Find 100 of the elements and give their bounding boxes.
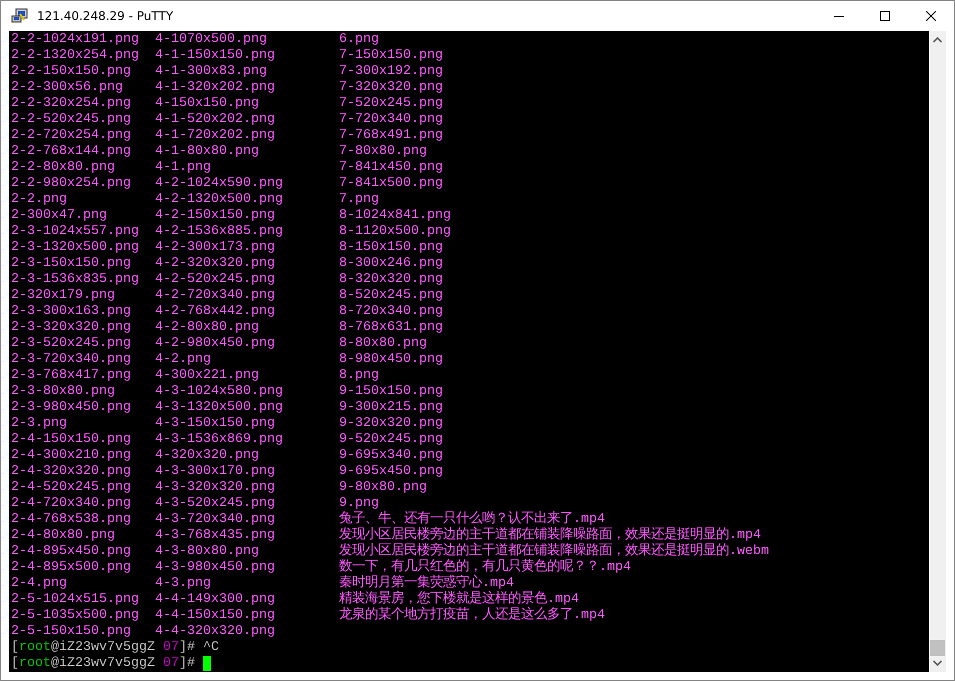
file-name: 2-2-980x254.png <box>11 176 132 192</box>
file-name: 4-2-720x340.png <box>155 288 276 304</box>
file-name: 7-320x320.png <box>339 80 444 96</box>
file-name: 8-980x450.png <box>339 352 444 368</box>
file-name: 4-1-520x202.png <box>155 112 276 128</box>
file-name: 8-1024x841.png <box>339 208 452 224</box>
file-name: 2-3-80x80.png <box>11 384 116 400</box>
file-name: 6.png <box>339 32 380 48</box>
file-name: 7-768x491.png <box>339 128 444 144</box>
file-name: 4-150x150.png <box>155 96 260 112</box>
file-name: 2-4-150x150.png <box>11 432 132 448</box>
file-name: 2-4-895x450.png <box>11 544 132 560</box>
file-name: 4-1-150x150.png <box>155 48 276 64</box>
file-name: 2-3-320x320.png <box>11 320 132 336</box>
file-name: 4-4-149x300.png <box>155 592 276 608</box>
file-name: 4-2-320x320.png <box>155 256 276 272</box>
file-name: 8-300x246.png <box>339 256 444 272</box>
file-name: 4-1-300x83.png <box>155 64 268 80</box>
file-name: 7-150x150.png <box>339 48 444 64</box>
file-name: 7-841x500.png <box>339 176 444 192</box>
file-name: 2-4-80x80.png <box>11 528 116 544</box>
file-name: 8-768x631.png <box>339 320 444 336</box>
window-title: 121.40.248.29 - PuTTY <box>37 9 174 23</box>
file-name: 9-695x340.png <box>339 448 444 464</box>
file-name: 4-3-1320x500.png <box>155 400 284 416</box>
file-name: 4-3-720x340.png <box>155 512 276 528</box>
file-name: 4-4-150x150.png <box>155 608 276 624</box>
file-name: 7-720x340.png <box>339 112 444 128</box>
file-name: 4-320x320.png <box>155 448 260 464</box>
file-name: 9-520x245.png <box>339 432 444 448</box>
file-name: 8-1120x500.png <box>339 224 452 240</box>
file-name: 2-2-320x254.png <box>11 96 132 112</box>
file-name: 7-520x245.png <box>339 96 444 112</box>
file-name: 4-3-1536x869.png <box>155 432 284 448</box>
file-name: 4-1-80x80.png <box>155 144 260 160</box>
file-name: 4-2-80x80.png <box>155 320 260 336</box>
file-name: 8-320x320.png <box>339 272 444 288</box>
scrollbar[interactable] <box>929 31 946 672</box>
file-name: 发现小区居民楼旁边的主干道都在铺装降噪路面，效果还是挺明显的.webm <box>339 544 770 559</box>
file-name: 2-4.png <box>11 576 68 592</box>
file-name: 2-2.png <box>11 192 68 208</box>
file-name: 2-2-150x150.png <box>11 64 132 80</box>
file-name: 2-3-1024x557.png <box>11 224 140 240</box>
file-name: 9.png <box>339 496 379 511</box>
file-name: 8-720x340.png <box>339 304 444 320</box>
file-name: 4-3-80x80.png <box>155 544 260 560</box>
file-name: 4-1-320x202.png <box>155 80 276 96</box>
file-name: 9-300x215.png <box>339 400 444 416</box>
prompt-line: [root@iZ23wv7v5ggZ 07]# ^C <box>11 640 219 656</box>
file-name: 4-3-980x450.png <box>155 560 276 576</box>
file-name: 4-3-300x170.png <box>155 464 276 480</box>
file-name: 4-3-1024x580.png <box>155 384 284 400</box>
file-name: 2-2-300x56.png <box>11 80 124 96</box>
file-name: 2-2-720x254.png <box>11 128 132 144</box>
file-name: 秦时明月第一集荧惑守心.mp4 <box>339 576 515 591</box>
file-name: 4-2-300x173.png <box>155 240 276 256</box>
file-name: 4-2-1320x500.png <box>155 192 284 208</box>
file-name: 4-2.png <box>155 352 212 368</box>
file-name: 9-80x80.png <box>339 480 428 496</box>
file-name: 2-5-150x150.png <box>11 624 132 640</box>
file-name: 2-4-895x500.png <box>11 560 132 576</box>
file-name: 2-2-768x144.png <box>11 144 132 160</box>
computer-icon <box>11 8 29 24</box>
file-name: 2-3-150x150.png <box>11 256 132 272</box>
maximize-icon <box>880 11 890 21</box>
file-name: 7-80x80.png <box>339 144 428 160</box>
prompt-line: [root@iZ23wv7v5ggZ 07]# <box>11 656 196 672</box>
file-name: 8-150x150.png <box>339 240 444 256</box>
close-icon <box>926 11 936 21</box>
file-name: 2-320x179.png <box>11 288 116 304</box>
file-name: 4-3-150x150.png <box>155 416 276 432</box>
file-name: 4-2-520x245.png <box>155 272 276 288</box>
file-name: 2-2-1320x254.png <box>11 48 140 64</box>
file-name: 2-3-520x245.png <box>11 336 132 352</box>
scrollbar-thumb[interactable] <box>930 640 945 656</box>
file-name: 4-3.png <box>155 576 212 592</box>
file-name: 2-3-720x340.png <box>11 352 132 368</box>
file-name: 发现小区居民楼旁边的主干道都在铺装降噪路面，效果还是挺明显的.mp4 <box>339 528 762 543</box>
file-name: 8-80x80.png <box>339 336 428 352</box>
file-name: 兔子、牛、还有一只什么哟？认不出来了.mp4 <box>339 512 606 527</box>
file-name: 4-300x221.png <box>155 368 260 384</box>
file-name: 4-2-150x150.png <box>155 208 276 224</box>
file-name: 2-2-80x80.png <box>11 160 116 176</box>
file-name: 4-1070x500.png <box>155 32 268 48</box>
file-name: 精装海景房，您下楼就是这样的景色.mp4 <box>339 592 580 607</box>
file-name: 4-3-520x245.png <box>155 496 276 512</box>
file-name: 4-2-980x450.png <box>155 336 276 352</box>
file-name: 2-4-300x210.png <box>11 448 132 464</box>
file-name: 2-4-320x320.png <box>11 464 132 480</box>
file-name: 2-300x47.png <box>11 208 108 224</box>
file-name: 2-3.png <box>11 416 68 432</box>
file-name: 2-3-768x417.png <box>11 368 132 384</box>
file-name: 9-150x150.png <box>339 384 444 400</box>
file-name: 2-2-520x245.png <box>11 112 132 128</box>
file-name: 4-2-1536x885.png <box>155 224 284 240</box>
file-name: 2-4-768x538.png <box>11 512 132 528</box>
file-name: 2-3-1320x500.png <box>11 240 140 256</box>
file-name: 2-3-300x163.png <box>11 304 132 320</box>
file-name: 2-3-1536x835.png <box>11 272 140 288</box>
file-name: 龙泉的某个地方打疫苗，人还是这么多了.mp4 <box>339 608 606 624</box>
